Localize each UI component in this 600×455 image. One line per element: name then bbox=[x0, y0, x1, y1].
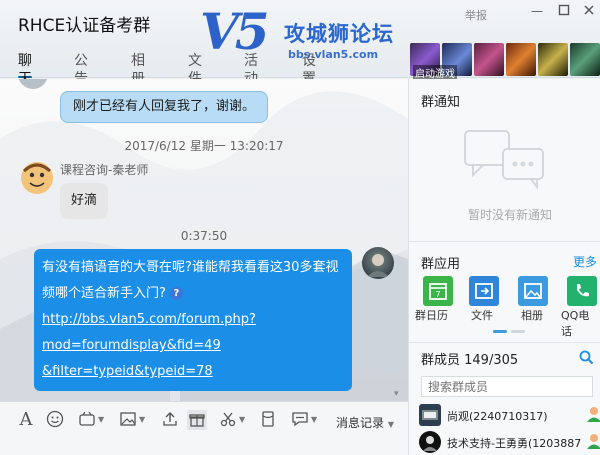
message-text: 有没有搞语音的大哥在呢?谁能帮我看看这30多套视 bbox=[42, 260, 339, 275]
message-bubble[interactable]: 刚才已经有人回复我了，谢谢。 bbox=[60, 91, 269, 123]
image-icon[interactable] bbox=[118, 410, 138, 430]
user-photo-icon bbox=[367, 254, 389, 277]
message-link[interactable]: mod=forumdisplay&fid=49 bbox=[42, 338, 221, 353]
group-title: RHCE认证备考群 bbox=[18, 16, 151, 36]
tab-activity[interactable]: 活动 bbox=[244, 52, 258, 87]
phone-icon[interactable] bbox=[567, 276, 597, 306]
empty-notice-icon bbox=[464, 130, 544, 190]
message-link[interactable]: &filter=typeid&typeid=78 bbox=[42, 364, 213, 379]
minimize-icon[interactable]: — bbox=[530, 4, 544, 18]
watermark-site-name: 攻城狮论坛 bbox=[284, 22, 394, 46]
chevron-down-icon[interactable]: ▼ bbox=[311, 415, 317, 424]
message-history-button[interactable]: 消息记录 ▼ bbox=[336, 414, 394, 431]
more-apps-link[interactable]: 更多 bbox=[573, 253, 597, 270]
app-label[interactable]: 文件 bbox=[471, 307, 493, 323]
photo-album-icon[interactable] bbox=[518, 276, 548, 306]
scissors-icon[interactable] bbox=[218, 410, 238, 430]
question-mark-icon[interactable]: ? bbox=[169, 287, 183, 300]
group-side-panel: 群通知 暂时没有新通知 群应用 更多 7 群日历 文件 相册 QQ电话 群成员 … bbox=[408, 79, 600, 455]
divider bbox=[409, 342, 600, 343]
notice-empty-text: 暂时没有新通知 bbox=[468, 208, 553, 222]
tab-chat[interactable]: 聊天 bbox=[18, 52, 32, 87]
game-icon[interactable] bbox=[538, 43, 568, 76]
svg-text:7: 7 bbox=[435, 290, 440, 299]
chevron-down-icon[interactable]: ▼ bbox=[98, 415, 104, 424]
font-icon[interactable]: A bbox=[16, 410, 36, 430]
watermark-logo: V5 bbox=[200, 2, 270, 61]
notice-title: 群通知 bbox=[421, 95, 461, 110]
tab-files[interactable]: 文件 bbox=[188, 52, 202, 87]
upload-icon[interactable] bbox=[160, 410, 180, 430]
game-icon[interactable] bbox=[474, 43, 504, 76]
chevron-down-icon: ▼ bbox=[387, 420, 394, 429]
game-icon[interactable] bbox=[570, 43, 600, 76]
chevron-down-icon[interactable]: ▼ bbox=[139, 415, 145, 424]
group-chat-window: RHCE认证备考群 V5 攻城狮论坛 bbs.vlan5.com 举报 — 聊天… bbox=[0, 0, 600, 455]
member-search-input[interactable] bbox=[421, 376, 593, 397]
members-title: 群成员 149/305 bbox=[421, 353, 519, 368]
member-name[interactable]: 尚观(2240710317) bbox=[447, 408, 548, 424]
admin-badge-icon bbox=[587, 407, 600, 422]
chevron-down-icon[interactable]: ▼ bbox=[239, 415, 245, 424]
chat-message-area[interactable]: 刚才已经有人回复我了，谢谢。 2017/6/12 星期一 13:20:17 课程… bbox=[0, 79, 408, 401]
message-link[interactable]: http://bbs.vlan5.com/forum.php? bbox=[42, 312, 256, 327]
red-packet-icon[interactable] bbox=[258, 410, 278, 430]
game-icon[interactable] bbox=[506, 43, 536, 76]
message-timestamp: 2017/6/12 星期一 13:20:17 bbox=[124, 139, 284, 153]
message-bubble-self[interactable]: 有没有搞语音的大哥在呢?谁能帮我看看这30多套视 频哪个适合新手入门?? htt… bbox=[34, 249, 352, 391]
search-icon[interactable] bbox=[579, 350, 594, 365]
avatar[interactable] bbox=[20, 161, 54, 195]
app-label[interactable]: 相册 bbox=[521, 307, 543, 323]
header: RHCE认证备考群 V5 攻城狮论坛 bbs.vlan5.com 举报 — 聊天… bbox=[0, 0, 600, 87]
cartoon-face-icon bbox=[21, 162, 53, 194]
input-toolbar: A ▼ ▼ ▼ ▼ 消息记录 ▼ bbox=[0, 401, 408, 455]
tab-album[interactable]: 相册 bbox=[131, 52, 145, 87]
page-dot-active[interactable] bbox=[493, 330, 507, 333]
gift-icon[interactable] bbox=[187, 410, 207, 430]
game-launch-label[interactable]: 启动游戏 bbox=[413, 65, 457, 80]
admin-badge-icon bbox=[587, 434, 600, 449]
scroll-down-icon[interactable]: ▾ bbox=[394, 389, 399, 399]
folder-icon[interactable] bbox=[469, 276, 499, 306]
calendar-icon[interactable]: 7 bbox=[423, 276, 453, 306]
divider bbox=[409, 241, 600, 242]
member-avatar[interactable] bbox=[419, 404, 441, 426]
member-name[interactable]: 技术支持-王勇勇(1203887 bbox=[447, 435, 581, 451]
app-label[interactable]: QQ电话 bbox=[561, 307, 600, 339]
apps-title: 群应用 bbox=[421, 257, 461, 272]
close-icon[interactable] bbox=[582, 4, 596, 18]
maximize-icon[interactable] bbox=[557, 4, 571, 18]
sender-name[interactable]: 课程咨询-秦老师 bbox=[60, 161, 148, 178]
report-link[interactable]: 举报 bbox=[465, 7, 487, 23]
tab-settings[interactable]: 设置 bbox=[302, 52, 316, 87]
message-text: 频哪个适合新手入门?? bbox=[42, 281, 344, 307]
emoji-icon[interactable] bbox=[45, 410, 65, 430]
message-bubble[interactable]: 好滴 bbox=[60, 183, 109, 219]
avatar-self[interactable] bbox=[362, 247, 394, 279]
message-timestamp: 0:37:50 bbox=[180, 229, 228, 243]
member-row[interactable]: 技术支持-王勇勇(1203887 bbox=[419, 431, 600, 455]
member-avatar[interactable] bbox=[419, 431, 441, 453]
message-history-label: 消息记录 bbox=[336, 416, 385, 430]
app-label[interactable]: 群日历 bbox=[415, 307, 448, 323]
member-row[interactable]: 尚观(2240710317) bbox=[419, 404, 600, 428]
tab-announcement[interactable]: 公告 bbox=[74, 52, 88, 87]
chat-bubble-icon[interactable] bbox=[290, 410, 310, 430]
gif-icon[interactable] bbox=[77, 410, 97, 430]
page-dot[interactable] bbox=[511, 330, 525, 333]
